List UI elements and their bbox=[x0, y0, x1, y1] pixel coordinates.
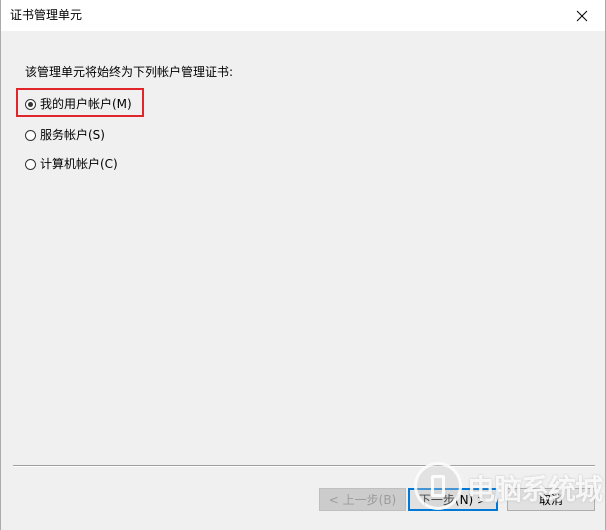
back-button[interactable]: < 上一步(B) bbox=[319, 488, 406, 511]
prompt-text: 该管理单元将始终为下列帐户管理证书: bbox=[25, 65, 234, 79]
separator bbox=[13, 465, 595, 467]
close-icon bbox=[576, 10, 588, 21]
dialog-window: 证书管理单元 该管理单元将始终为下列帐户管理证书: 我的用户帐户(M) 服务帐户… bbox=[0, 0, 606, 530]
radio-label-service-account: 服务帐户(S) bbox=[40, 128, 105, 142]
close-button[interactable] bbox=[559, 0, 605, 31]
radio-button[interactable] bbox=[25, 129, 36, 141]
window-title: 证书管理单元 bbox=[10, 8, 83, 22]
radio-label-computer-account: 计算机帐户(C) bbox=[40, 157, 118, 171]
radio-computer-account[interactable]: 计算机帐户(C) bbox=[25, 155, 118, 173]
radio-button[interactable] bbox=[25, 158, 36, 170]
radio-button-checked[interactable] bbox=[25, 98, 36, 110]
radio-service-account[interactable]: 服务帐户(S) bbox=[25, 126, 105, 144]
next-button[interactable]: 下一步(N) > bbox=[408, 488, 498, 511]
dialog-content: 该管理单元将始终为下列帐户管理证书: 我的用户帐户(M) 服务帐户(S) 计算机… bbox=[1, 31, 605, 530]
title-bar: 证书管理单元 bbox=[1, 0, 605, 31]
radio-label-my-user-account: 我的用户帐户(M) bbox=[40, 97, 132, 111]
cancel-button[interactable]: 取消 bbox=[507, 488, 595, 511]
radio-my-user-account[interactable]: 我的用户帐户(M) bbox=[25, 95, 132, 113]
